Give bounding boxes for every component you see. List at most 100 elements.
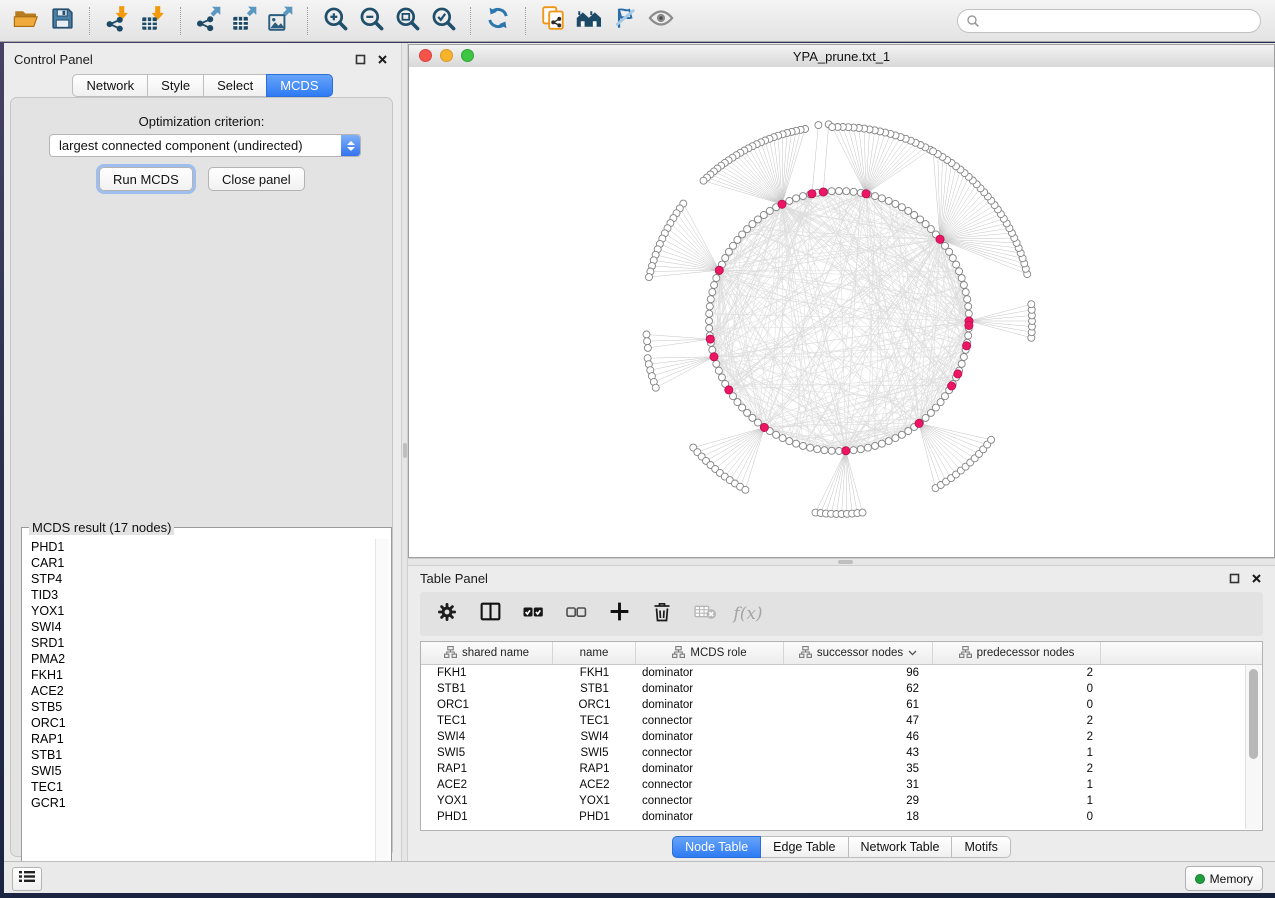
- export-network-button[interactable]: [190, 3, 226, 39]
- run-mcds-button[interactable]: Run MCDS: [99, 167, 193, 191]
- mcds-result-item[interactable]: SRD1: [24, 635, 376, 651]
- tab-network-table[interactable]: Network Table: [848, 836, 953, 858]
- table-row-PHD1[interactable]: PHD1PHD1dominator180: [421, 809, 1262, 825]
- table-row-TEC1[interactable]: TEC1TEC1connector472: [421, 713, 1262, 729]
- mcds-result-item[interactable]: RAP1: [24, 731, 376, 747]
- import-table-icon: [140, 5, 167, 37]
- tab-network[interactable]: Network: [72, 74, 148, 97]
- result-list-scrollbar[interactable]: [375, 539, 389, 890]
- open-session-button[interactable]: [8, 3, 44, 39]
- zoom-selected-button[interactable]: [425, 3, 461, 39]
- mcds-result-item[interactable]: TEC1: [24, 779, 376, 795]
- refresh-layout-button[interactable]: [480, 3, 516, 39]
- hide-details-button[interactable]: [607, 3, 643, 39]
- zoom-out-button[interactable]: [353, 3, 389, 39]
- mcds-result-item[interactable]: STB1: [24, 747, 376, 763]
- show-details-button[interactable]: [643, 3, 679, 39]
- table-row-ACE2[interactable]: ACE2ACE2connector311: [421, 777, 1262, 793]
- cell: SWI5: [553, 747, 636, 759]
- control-panel-tabs: NetworkStyleSelectMCDS: [4, 74, 401, 97]
- network-overview-button[interactable]: [571, 3, 607, 39]
- search-icon: [966, 14, 980, 33]
- close-panel-icon[interactable]: [376, 53, 389, 66]
- zoom-in-button[interactable]: [317, 3, 353, 39]
- table-scrollbar[interactable]: [1245, 665, 1261, 829]
- column-header-shared-name[interactable]: shared name: [421, 642, 553, 664]
- mcds-result-item[interactable]: SWI5: [24, 763, 376, 779]
- mcds-result-item[interactable]: TID3: [24, 587, 376, 603]
- delete-column-button[interactable]: [649, 601, 675, 627]
- tab-mcds[interactable]: MCDS: [266, 74, 332, 97]
- import-network-button[interactable]: [99, 3, 135, 39]
- add-column-button[interactable]: [606, 601, 632, 627]
- show-panels-button[interactable]: [12, 867, 42, 891]
- window-maximize-icon[interactable]: [461, 49, 474, 62]
- network-graph[interactable]: [409, 67, 1274, 557]
- table-settings-button[interactable]: [434, 601, 460, 627]
- search-input[interactable]: [957, 9, 1261, 33]
- tree-icon: [444, 646, 457, 661]
- mcds-result-item[interactable]: YOX1: [24, 603, 376, 619]
- mcds-result-item[interactable]: PMA2: [24, 651, 376, 667]
- memory-button[interactable]: Memory: [1185, 866, 1263, 891]
- table-row-FKH1[interactable]: FKH1FKH1dominator962: [421, 665, 1262, 681]
- export-table-button[interactable]: [226, 3, 262, 39]
- zoom-fit-button[interactable]: [389, 3, 425, 39]
- float-table-panel-icon[interactable]: [1228, 572, 1241, 585]
- export-table-icon: [231, 5, 258, 37]
- cell: PHD1: [553, 811, 636, 823]
- unselect-all-columns-button[interactable]: [563, 601, 589, 627]
- close-table-panel-icon[interactable]: [1250, 572, 1263, 585]
- import-table-button[interactable]: [135, 3, 171, 39]
- table-row-ORC1[interactable]: ORC1ORC1dominator610: [421, 697, 1262, 713]
- cell: 43: [784, 747, 933, 759]
- window-minimize-icon[interactable]: [440, 49, 453, 62]
- mcds-result-item[interactable]: PHD1: [24, 539, 376, 555]
- table-row-SWI5[interactable]: SWI5SWI5connector431: [421, 745, 1262, 761]
- horizontal-splitter[interactable]: [408, 558, 1275, 566]
- clone-network-button[interactable]: [535, 3, 571, 39]
- mcds-result-item[interactable]: ACE2: [24, 683, 376, 699]
- table-row-SWI4[interactable]: SWI4SWI4dominator462: [421, 729, 1262, 745]
- column-header-successor-nodes[interactable]: successor nodes: [784, 642, 933, 664]
- zoom-fit-icon: [394, 5, 421, 37]
- save-session-button[interactable]: [44, 3, 80, 39]
- tab-select[interactable]: Select: [203, 74, 267, 97]
- cell: 18: [784, 811, 933, 823]
- column-header-name[interactable]: name: [553, 642, 636, 664]
- mcds-result-item[interactable]: FKH1: [24, 667, 376, 683]
- select-all-columns-button[interactable]: [520, 601, 546, 627]
- tab-node-table[interactable]: Node Table: [672, 836, 761, 858]
- export-image-button[interactable]: [262, 3, 298, 39]
- mcds-result-item[interactable]: ORC1: [24, 715, 376, 731]
- mcds-result-item[interactable]: CAR1: [24, 555, 376, 571]
- table-row-STB1[interactable]: STB1STB1dominator620: [421, 681, 1262, 697]
- insert-column-button[interactable]: [477, 601, 503, 627]
- mcds-result-item[interactable]: SWI4: [24, 619, 376, 635]
- cell: dominator: [636, 811, 784, 823]
- desktop-background: Control Panel NetworkStyleSelectMCDS Opt…: [0, 0, 1275, 898]
- tab-edge-table[interactable]: Edge Table: [760, 836, 848, 858]
- column-header-MCDS-role[interactable]: MCDS role: [636, 642, 784, 664]
- close-panel-button[interactable]: Close panel: [208, 167, 305, 191]
- mcds-result-list[interactable]: PHD1CAR1STP4TID3YOX1SWI4SRD1PMA2FKH1ACE2…: [24, 539, 376, 890]
- cell: dominator: [636, 667, 784, 679]
- vertical-splitter[interactable]: [401, 43, 408, 861]
- cell: RAP1: [421, 763, 553, 775]
- mcds-result-item[interactable]: GCR1: [24, 795, 376, 811]
- mcds-result-item[interactable]: STB5: [24, 699, 376, 715]
- table-row-YOX1[interactable]: YOX1YOX1connector291: [421, 793, 1262, 809]
- network-window-titlebar[interactable]: YPA_prune.txt_1: [409, 45, 1274, 68]
- column-header-predecessor-nodes[interactable]: predecessor nodes: [933, 642, 1101, 664]
- show-details-icon: [647, 4, 675, 37]
- export-image-icon: [267, 5, 294, 37]
- float-panel-icon[interactable]: [354, 53, 367, 66]
- window-close-icon[interactable]: [419, 49, 432, 62]
- table-row-RAP1[interactable]: RAP1RAP1dominator352: [421, 761, 1262, 777]
- cell: TEC1: [421, 715, 553, 727]
- criterion-select[interactable]: largest connected component (undirected): [49, 134, 361, 157]
- function-builder-icon: f(x): [733, 604, 762, 624]
- tab-motifs[interactable]: Motifs: [951, 836, 1010, 858]
- tab-style[interactable]: Style: [147, 74, 204, 97]
- mcds-result-item[interactable]: STP4: [24, 571, 376, 587]
